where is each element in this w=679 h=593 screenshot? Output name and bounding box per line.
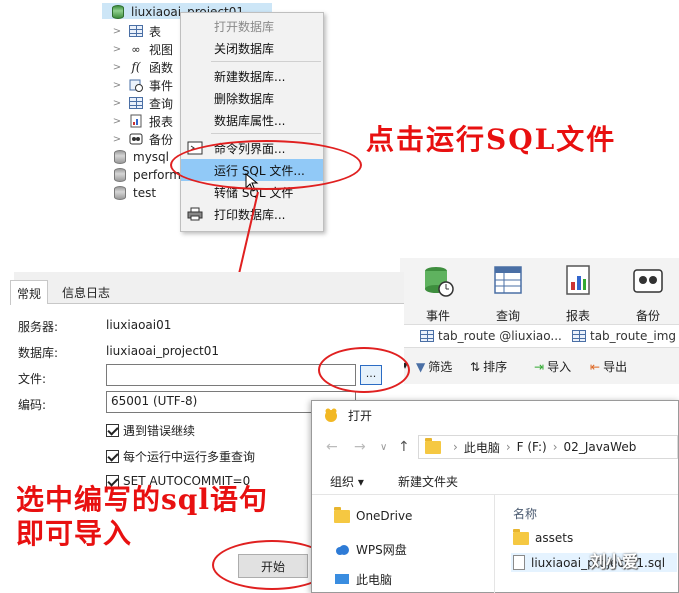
nav-item-label: WPS网盘 <box>356 543 407 557</box>
checkbox-multiple-queries[interactable]: 每个运行中运行多重查询 <box>106 448 255 465</box>
column-header-name[interactable]: 名称 <box>513 505 537 522</box>
export-button[interactable]: ⇤ 导出 <box>590 358 627 375</box>
open-dialog-title: 打开 <box>348 408 373 423</box>
server-label: 服务器: <box>18 320 59 334</box>
up-arrow-icon[interactable]: ↑ <box>398 439 410 455</box>
toolbar-button-label: 查询 <box>495 309 520 323</box>
filter-icon: ▼ <box>416 359 426 374</box>
toolbar-button-label: 备份 <box>635 309 660 323</box>
checkbox-continue-on-error[interactable]: 遇到错误继续 <box>106 422 195 439</box>
toolbar-button-query[interactable]: 查询 <box>480 264 536 324</box>
breadcrumb-separator: › <box>453 440 458 454</box>
organize-button[interactable]: 组织 ▾ <box>330 473 364 490</box>
toolbar-button-label: 报表 <box>565 309 590 323</box>
query-icon <box>494 266 522 294</box>
forward-arrow-icon[interactable]: → <box>354 439 366 455</box>
file-label: 文件: <box>18 372 47 386</box>
toolbar-button-backup[interactable]: 备份 <box>620 264 676 324</box>
filter-button[interactable]: ▼ 筛选 <box>416 358 452 375</box>
address-bar[interactable]: › 此电脑 › F (F:) › 02_JavaWeb <box>418 435 678 459</box>
export-label: 导出 <box>603 360 628 374</box>
tab-general[interactable]: 常规 <box>10 280 49 305</box>
server-value: liuxiaoai01 <box>106 318 172 332</box>
database-value: liuxiaoai_project01 <box>106 344 220 358</box>
table-icon <box>420 330 434 342</box>
tab-route-img[interactable]: tab_route_img <box>572 329 676 343</box>
nav-item-this-pc[interactable]: 此电脑 <box>334 571 392 588</box>
command-bar: 组织 ▾ 新建文件夹 <box>312 465 678 495</box>
checkbox-label: 遇到错误继续 <box>123 424 196 438</box>
tab-label: tab_route @liuxiao... <box>438 329 562 343</box>
backup-icon <box>633 269 663 293</box>
file-icon <box>513 555 525 570</box>
file-name: assets <box>535 531 574 545</box>
breadcrumb-folder[interactable]: 02_JavaWeb <box>564 440 637 454</box>
tab-label: 常规 <box>17 286 42 301</box>
tab-route[interactable]: tab_route @liuxiao... <box>420 329 562 343</box>
cloud-icon <box>336 544 349 555</box>
sort-label: 排序 <box>483 360 508 374</box>
new-folder-button[interactable]: 新建文件夹 <box>398 473 458 490</box>
folder-icon <box>513 528 529 545</box>
object-tabs: tab_route @liuxiao... tab_route_img <box>400 324 679 348</box>
import-label: 导入 <box>547 360 572 374</box>
toolbar-button-report[interactable]: 报表 <box>550 264 606 324</box>
watermark: 刘小爱 <box>590 552 639 571</box>
import-icon: ⇥ <box>534 359 545 374</box>
toolbar-button-event[interactable]: 事件 <box>410 264 466 324</box>
export-icon: ⇤ <box>590 359 601 374</box>
nav-item-wps[interactable]: WPS网盘 <box>334 541 407 558</box>
back-arrow-icon[interactable]: ← <box>326 439 338 455</box>
sort-icon: ⇅ <box>470 359 481 374</box>
chevron-down-icon[interactable]: ∨ <box>380 442 387 453</box>
breadcrumb-drive[interactable]: F (F:) <box>517 440 547 454</box>
checkbox-label: 每个运行中运行多重查询 <box>123 450 256 464</box>
table-icon <box>572 330 586 342</box>
folder-icon <box>334 506 350 523</box>
breadcrumb-separator: › <box>552 440 558 454</box>
checkbox-checked-icon[interactable] <box>106 424 119 437</box>
checkbox-checked-icon[interactable] <box>106 450 119 463</box>
tab-message-log[interactable]: 信息日志 <box>56 280 116 304</box>
file-row-assets[interactable]: assets <box>513 528 574 545</box>
report-icon <box>566 265 590 295</box>
annotation-select-text-2: 即可导入 <box>16 517 133 550</box>
open-dialog-titlebar: 打开 <box>312 401 678 429</box>
tab-label: tab_route_img <box>590 329 677 343</box>
file-list: 名称 assets liuxiaoai_project01.sql <box>494 495 678 593</box>
computer-icon <box>335 573 349 584</box>
encoding-label: 编码: <box>18 398 47 412</box>
database-label: 数据库: <box>18 346 59 360</box>
nav-item-label: 此电脑 <box>356 573 393 587</box>
navigation-pane: OneDrive WPS网盘 此电脑 <box>312 495 492 593</box>
event-icon <box>425 267 454 297</box>
import-button[interactable]: ⇥ 导入 <box>534 358 571 375</box>
annotation-ellipse <box>318 347 410 393</box>
filter-label: 筛选 <box>428 360 453 374</box>
breadcrumb-this-pc[interactable]: 此电脑 <box>464 439 500 456</box>
nav-item-label: OneDrive <box>356 509 413 523</box>
main-toolbar: 事件 查询 报表 备份 tab_route @liuxiao... tab_ro… <box>400 258 679 384</box>
dialog-tabs: 常规 信息日志 <box>10 280 404 305</box>
folder-icon <box>425 437 441 454</box>
sort-button[interactable]: ⇅ 排序 <box>470 358 507 375</box>
table-action-bar: ▾ ▼ 筛选 ⇅ 排序 ⇥ 导入 ⇤ 导出 <box>400 354 679 378</box>
nav-item-onedrive[interactable]: OneDrive <box>334 506 413 523</box>
navicat-app-icon <box>325 408 337 422</box>
tab-label: 信息日志 <box>62 285 111 300</box>
toolbar-button-label: 事件 <box>425 309 450 323</box>
breadcrumb-separator: › <box>505 440 511 454</box>
address-row: ← → ∨ ↑ › 此电脑 › F (F:) › 02_JavaWeb <box>312 433 678 461</box>
